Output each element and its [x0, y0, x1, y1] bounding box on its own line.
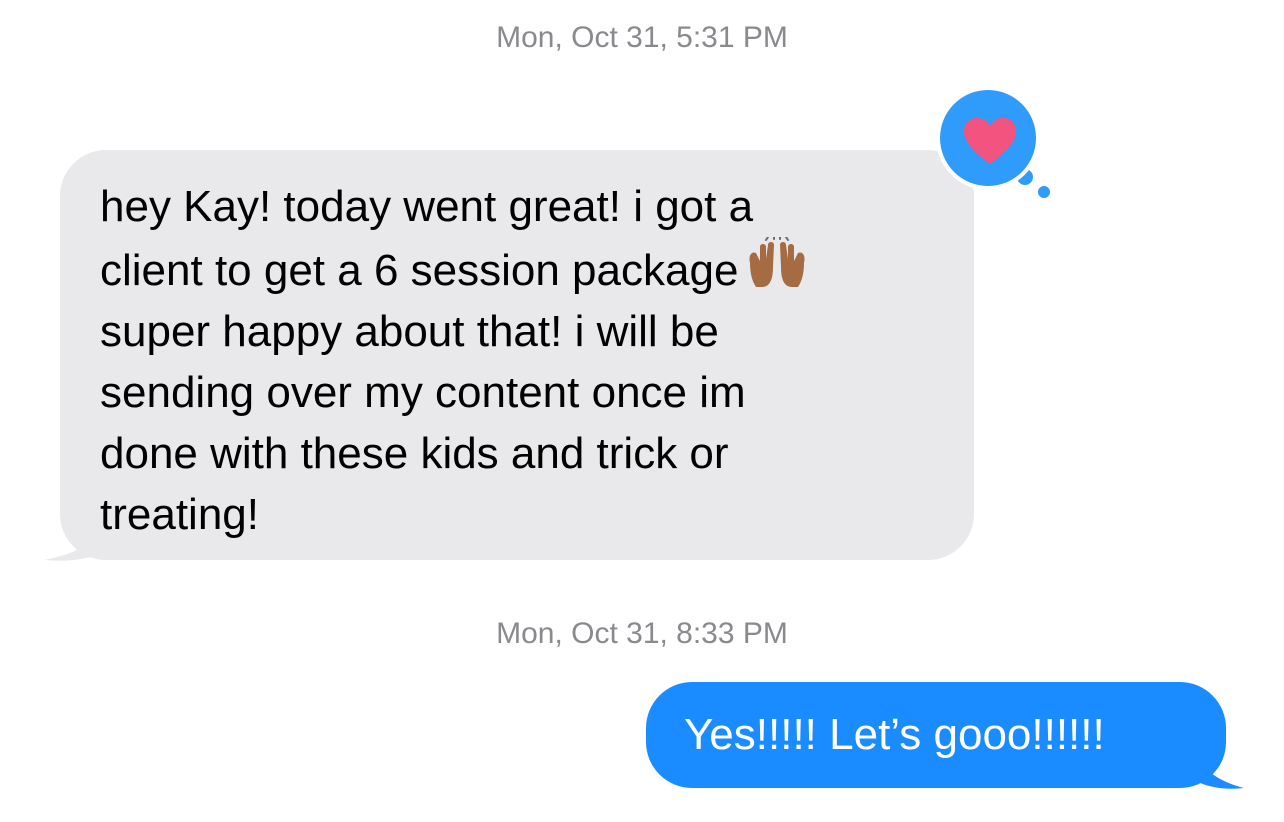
reaction-dot-small [1036, 184, 1052, 200]
raising-hands-icon [749, 237, 805, 287]
message-line: treating! [100, 490, 259, 539]
message-line: super happy about that! i will be [100, 307, 719, 356]
outgoing-message[interactable]: Yes!!!!! Let’s gooo!!!!!! [646, 682, 1244, 794]
reaction-bubble [936, 86, 1040, 190]
outgoing-bubble: Yes!!!!! Let’s gooo!!!!!! [646, 682, 1226, 788]
timestamp-second: Mon, Oct 31, 8:33 PM [496, 617, 788, 650]
heart-reaction[interactable] [936, 86, 1056, 206]
message-line: sending over my content once im [100, 368, 746, 417]
incoming-message[interactable]: hey Kay! today went great! i got a clien… [44, 150, 976, 564]
incoming-bubble: hey Kay! today went great! i got a clien… [60, 150, 974, 560]
message-line: hey Kay! today went great! i got a [100, 182, 754, 231]
message-line-with-emoji: client to get a 6 session package [100, 237, 934, 301]
message-line: done with these kids and trick or [100, 429, 729, 478]
message-line: client to get a 6 session package [100, 246, 739, 295]
heart-icon [964, 118, 1016, 164]
timestamp-first: Mon, Oct 31, 5:31 PM [496, 21, 788, 54]
